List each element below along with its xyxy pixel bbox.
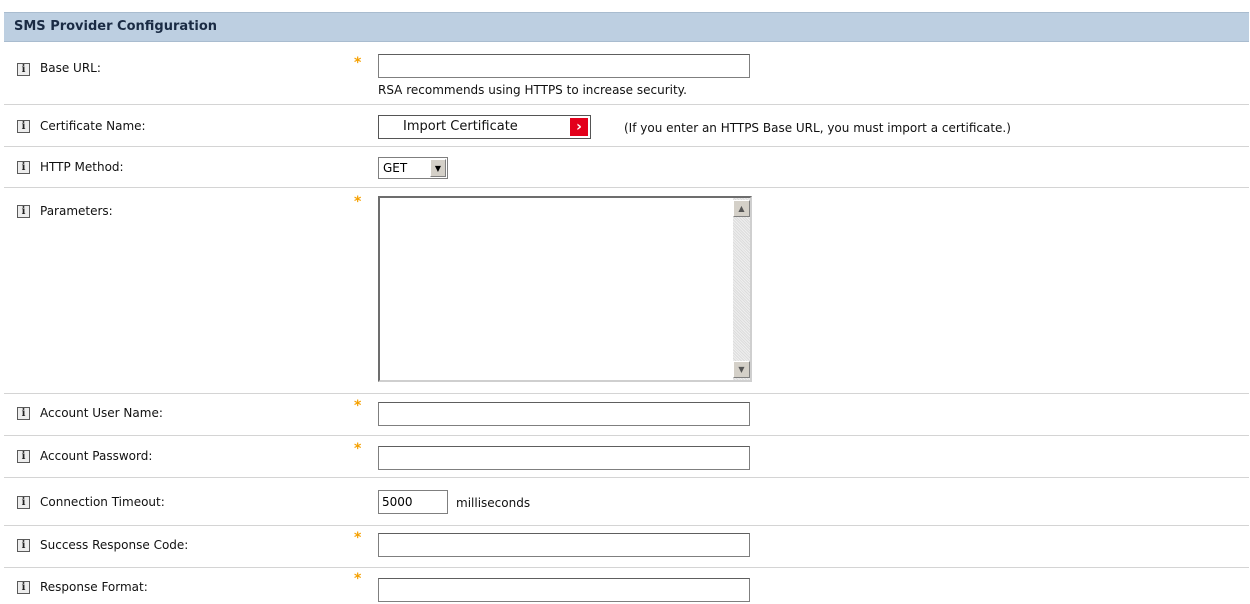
http-method-value: GET — [383, 161, 408, 175]
certificate-name-label: Certificate Name: — [40, 119, 146, 133]
response-format-label: Response Format: — [40, 580, 148, 594]
parameters-row: i Parameters: * ▲ ▼ — [4, 188, 1249, 394]
info-icon[interactable]: i — [17, 407, 30, 420]
base-url-hint: RSA recommends using HTTPS to increase s… — [378, 83, 687, 97]
info-icon[interactable]: i — [17, 581, 30, 594]
base-url-label: Base URL: — [40, 61, 101, 75]
info-icon[interactable]: i — [17, 161, 30, 174]
sms-provider-config-panel: SMS Provider Configuration i Base URL: *… — [0, 0, 1250, 604]
base-url-row: i Base URL: * RSA recommends using HTTPS… — [4, 43, 1249, 105]
parameters-scrollbar[interactable]: ▲ ▼ — [733, 198, 750, 380]
success-response-code-label: Success Response Code: — [40, 538, 189, 552]
account-password-input[interactable] — [378, 446, 750, 470]
parameters-textarea[interactable]: ▲ ▼ — [378, 196, 752, 382]
required-asterisk: * — [354, 530, 362, 546]
panel-header: SMS Provider Configuration — [4, 12, 1249, 42]
required-asterisk: * — [354, 398, 362, 414]
account-user-name-row: i Account User Name: * — [4, 394, 1249, 436]
info-icon[interactable]: i — [17, 120, 30, 133]
http-method-select[interactable]: GET ▼ — [378, 157, 448, 179]
scroll-down-icon[interactable]: ▼ — [733, 361, 750, 378]
info-icon[interactable]: i — [17, 539, 30, 552]
import-certificate-button[interactable]: Import Certificate › — [378, 115, 591, 139]
timeout-unit: milliseconds — [456, 496, 531, 510]
http-method-label: HTTP Method: — [40, 160, 124, 174]
info-icon[interactable]: i — [17, 205, 30, 218]
base-url-input[interactable] — [378, 54, 750, 78]
required-asterisk: * — [354, 571, 362, 587]
account-password-row: i Account Password: * — [4, 436, 1249, 478]
scroll-up-icon[interactable]: ▲ — [733, 200, 750, 217]
http-method-row: i HTTP Method: GET ▼ — [4, 147, 1249, 188]
account-password-label: Account Password: — [40, 449, 153, 463]
connection-timeout-row: i Connection Timeout: milliseconds — [4, 478, 1249, 526]
success-response-code-row: i Success Response Code: * — [4, 526, 1249, 568]
certificate-note: (If you enter an HTTPS Base URL, you mus… — [624, 121, 1011, 135]
response-format-row: i Response Format: * — [4, 568, 1249, 604]
panel-title: SMS Provider Configuration — [14, 19, 218, 34]
required-asterisk: * — [354, 55, 362, 71]
import-certificate-label: Import Certificate — [403, 119, 518, 134]
connection-timeout-input[interactable] — [378, 490, 448, 514]
info-icon[interactable]: i — [17, 496, 30, 509]
info-icon[interactable]: i — [17, 63, 30, 76]
account-user-name-label: Account User Name: — [40, 406, 163, 420]
response-format-input[interactable] — [378, 578, 750, 602]
account-user-name-input[interactable] — [378, 402, 750, 426]
parameters-label: Parameters: — [40, 204, 113, 218]
red-arrow-icon: › — [570, 118, 588, 136]
info-icon[interactable]: i — [17, 450, 30, 463]
chevron-down-icon[interactable]: ▼ — [430, 159, 446, 177]
certificate-row: i Certificate Name: Import Certificate ›… — [4, 105, 1249, 147]
required-asterisk: * — [354, 194, 362, 210]
success-response-code-input[interactable] — [378, 533, 750, 557]
required-asterisk: * — [354, 441, 362, 457]
connection-timeout-label: Connection Timeout: — [40, 495, 165, 509]
